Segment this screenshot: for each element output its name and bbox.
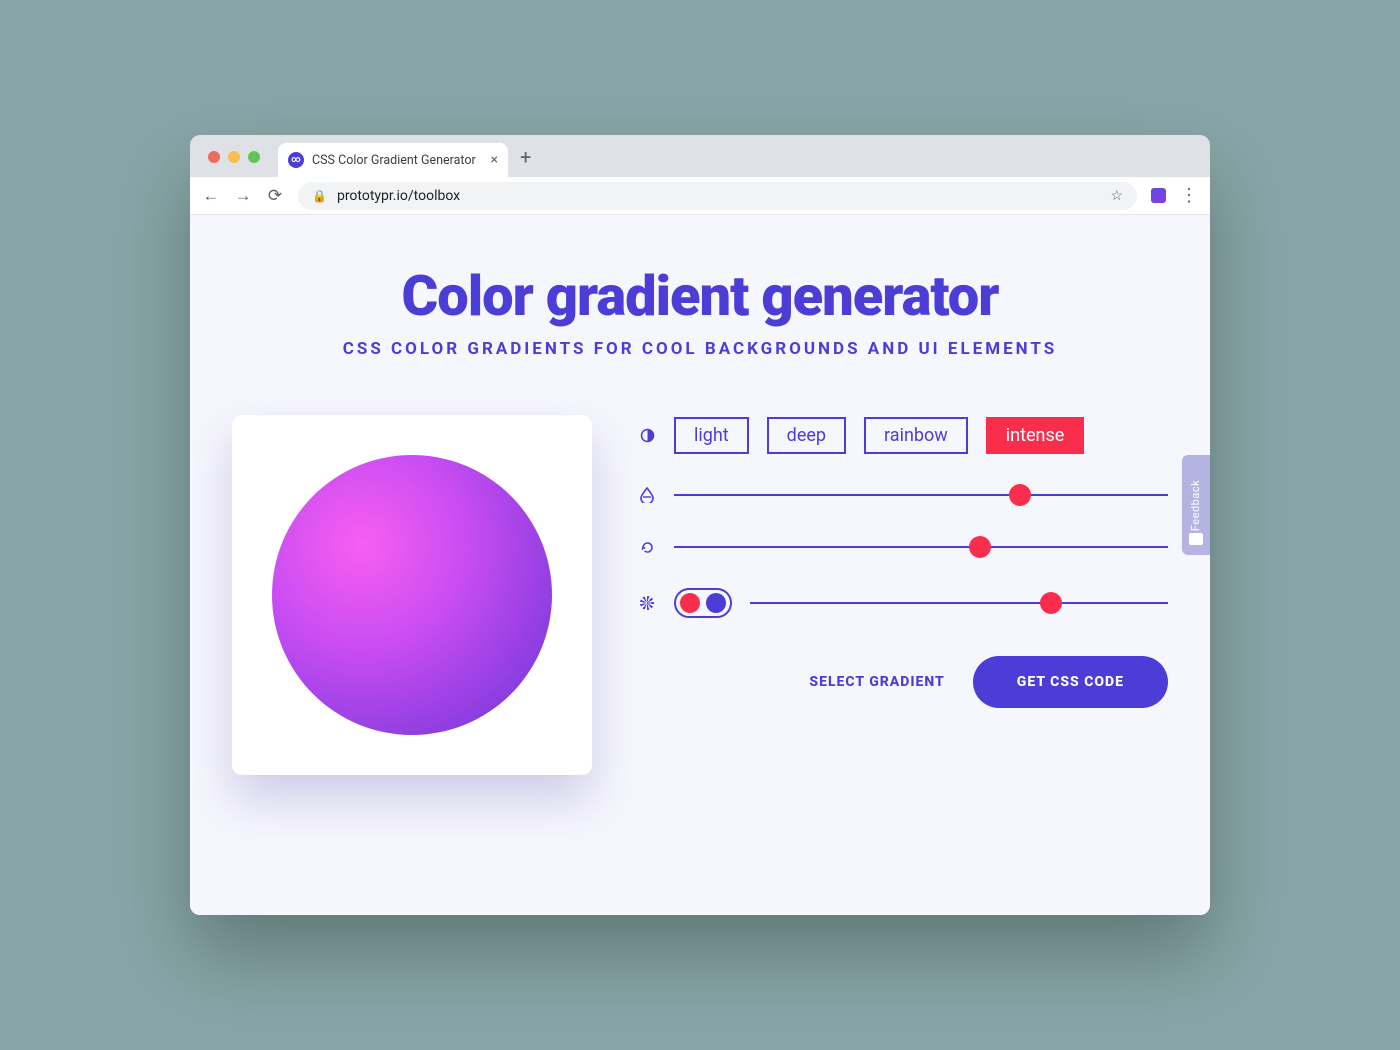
style-option-group: light deep rainbow intense (674, 417, 1084, 454)
rotation-handle[interactable] (969, 536, 991, 558)
feedback-tab[interactable]: Feedback (1182, 455, 1210, 555)
favicon-icon: ∞ (288, 152, 304, 168)
browser-window: ∞ CSS Color Gradient Generator × + ← → ⟳… (190, 135, 1210, 915)
window-controls (202, 151, 260, 177)
new-tab-button[interactable]: + (508, 145, 543, 177)
actions-row: SELECT GRADIENT GET CSS CODE (638, 656, 1168, 708)
style-row: light deep rainbow intense (638, 417, 1168, 454)
page-title: Color gradient generator (232, 263, 1168, 329)
intensity-slider[interactable] (674, 484, 1168, 506)
minimize-window-icon[interactable] (228, 151, 240, 163)
style-option-deep[interactable]: deep (767, 417, 846, 454)
bookmark-star-icon[interactable]: ☆ (1110, 188, 1123, 204)
close-tab-icon[interactable]: × (491, 152, 498, 168)
tab-title: CSS Color Gradient Generator (312, 153, 476, 168)
get-css-button[interactable]: GET CSS CODE (973, 656, 1168, 708)
style-option-intense[interactable]: intense (986, 417, 1085, 454)
rotate-icon (638, 540, 656, 555)
browser-menu-icon[interactable]: ⋮ (1180, 185, 1198, 206)
address-bar[interactable]: 🔒 prototypr.io/toolbox ☆ (298, 182, 1137, 210)
url-text: prototypr.io/toolbox (337, 188, 460, 204)
gradient-type-toggle[interactable] (674, 588, 732, 618)
maximize-window-icon[interactable] (248, 151, 260, 163)
browser-tab[interactable]: ∞ CSS Color Gradient Generator × (278, 143, 508, 177)
third-slider[interactable] (750, 592, 1168, 614)
third-handle[interactable] (1040, 592, 1062, 614)
feedback-label: Feedback (1190, 479, 1203, 530)
contrast-icon (638, 428, 656, 443)
rotation-row (638, 536, 1168, 558)
rotation-slider[interactable] (674, 536, 1168, 558)
intensity-row (638, 484, 1168, 506)
pattern-row (638, 588, 1168, 618)
gradient-preview-circle (272, 455, 552, 735)
lock-icon: 🔒 (312, 189, 327, 203)
select-gradient-button[interactable]: SELECT GRADIENT (809, 674, 944, 690)
drop-icon (638, 487, 656, 503)
forward-button[interactable]: → (234, 186, 252, 206)
reload-button[interactable]: ⟳ (266, 186, 284, 206)
page-content: Color gradient generator CSS COLOR GRADI… (190, 215, 1210, 915)
page-subtitle: CSS COLOR GRADIENTS FOR COOL BACKGROUNDS… (232, 339, 1168, 359)
close-window-icon[interactable] (208, 151, 220, 163)
spiral-icon (638, 596, 656, 610)
gradient-preview-card (232, 415, 592, 775)
browser-toolbar: ← → ⟳ 🔒 prototypr.io/toolbox ☆ ⋮ (190, 177, 1210, 215)
intensity-handle[interactable] (1009, 484, 1031, 506)
extension-icon[interactable] (1151, 188, 1166, 203)
back-button[interactable]: ← (202, 186, 220, 206)
style-option-rainbow[interactable]: rainbow (864, 417, 968, 454)
style-option-light[interactable]: light (674, 417, 749, 454)
tab-strip: ∞ CSS Color Gradient Generator × + (190, 135, 1210, 177)
feedback-chat-icon (1189, 533, 1203, 545)
